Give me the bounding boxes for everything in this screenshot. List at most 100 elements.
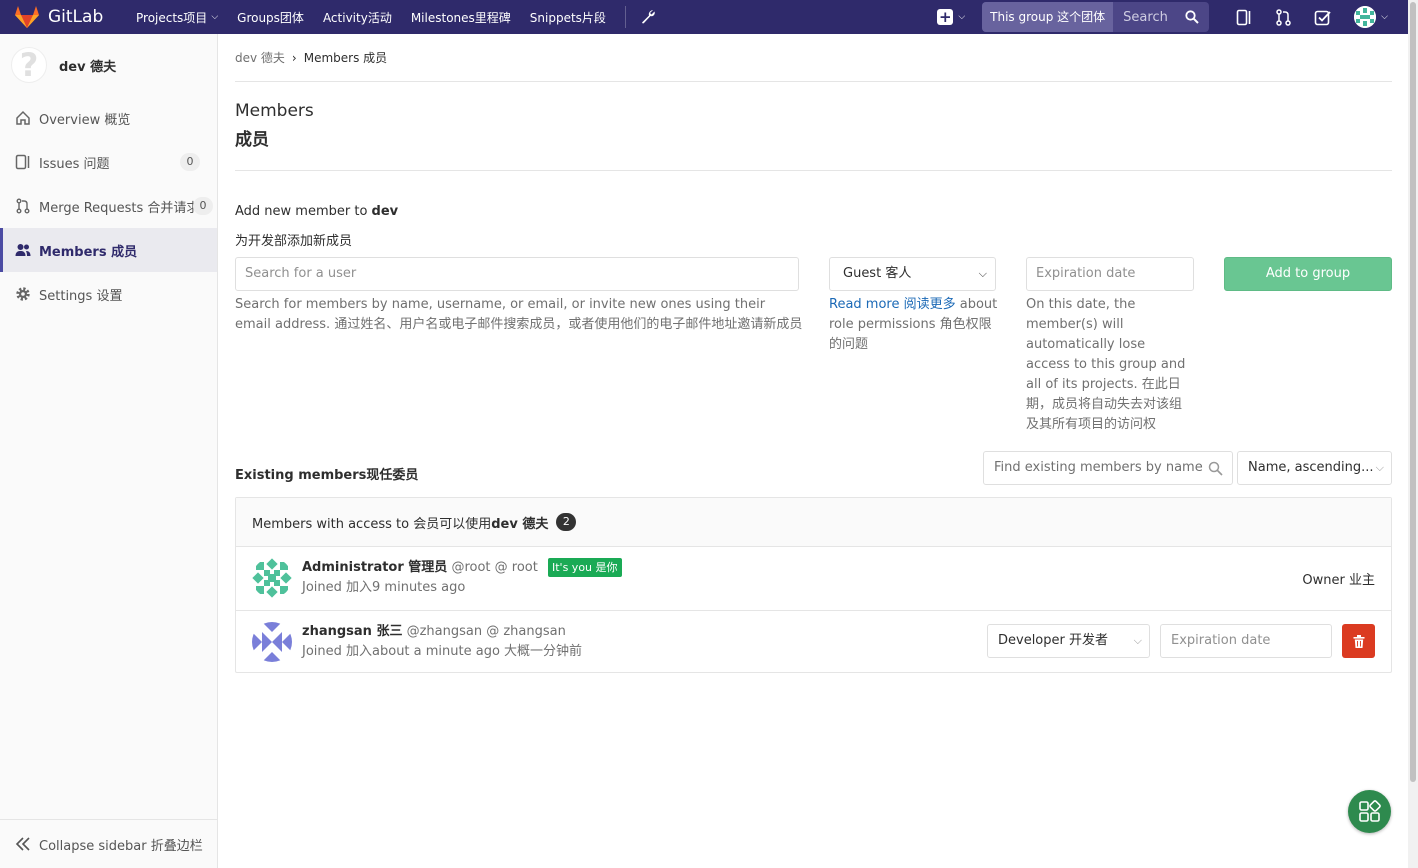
- nav-projects[interactable]: Projects项目 ⌵: [136, 9, 218, 26]
- search-input[interactable]: Search: [1113, 2, 1209, 32]
- nav-activity[interactable]: Activity活动: [323, 9, 392, 26]
- floating-apps-button[interactable]: [1348, 790, 1391, 833]
- member-row: zhangsan 张三 @zhangsan @ zhangsan Joined …: [236, 611, 1391, 672]
- user-search-input[interactable]: Search for a user: [235, 257, 799, 291]
- member-role-select[interactable]: Developer 开发者 ⌵: [987, 624, 1150, 658]
- gitlab-logo-icon: [15, 6, 39, 28]
- sort-dropdown[interactable]: Name, ascending... ⌵: [1237, 451, 1392, 485]
- double-chevron-left-icon: [15, 837, 30, 851]
- sidebar-item-issues[interactable]: Issues 问题 0: [0, 140, 217, 184]
- nav-activity-label: Activity活动: [322, 10, 392, 25]
- page-title: Members 成员: [235, 82, 1392, 171]
- page-scrollbar[interactable]: [1408, 0, 1418, 868]
- member-role-value: Developer 开发者: [998, 633, 1108, 648]
- add-member-heading: Add new member to dev: [235, 197, 1392, 227]
- sidebar-item-label: Overview 概览: [39, 112, 131, 128]
- search-placeholder: Search: [1123, 9, 1168, 25]
- issues-icon: [15, 154, 30, 170]
- sidebar-item-label: Members 成员: [39, 244, 138, 260]
- member-avatar[interactable]: [252, 622, 292, 662]
- sidebar-item-label: Settings 设置: [39, 288, 123, 304]
- scrollbar-thumb[interactable]: [1410, 2, 1416, 782]
- new-dropdown[interactable]: + ⌵: [937, 9, 965, 25]
- existing-members-bar: Existing members现任委员 Find existing membe…: [235, 451, 1392, 497]
- search-scope-label: This group 这个团体: [982, 2, 1114, 32]
- sidebar: ? dev 德夫 Overview 概览 Issues 问题 0 Merge R…: [0, 34, 218, 868]
- add-member-prefix: Add new member to: [235, 204, 372, 219]
- role-help: Read more 阅读更多 about role permissions 角色…: [829, 295, 1001, 355]
- member-avatar[interactable]: [252, 558, 292, 598]
- top-navbar: GitLab Projects项目 ⌵ Groups团体 Activity活动 M…: [0, 0, 1408, 34]
- chevron-down-icon: ⌵: [1133, 634, 1142, 647]
- issues-count-badge: 0: [180, 153, 200, 171]
- sidebar-item-members[interactable]: Members 成员: [0, 228, 217, 272]
- page-title-zh: 成员: [235, 130, 269, 150]
- user-search-help: Search for members by name, username, or…: [235, 297, 803, 332]
- nav-divider: [624, 6, 626, 28]
- chevron-down-icon: ⌵: [958, 12, 966, 22]
- sidebar-item-merge-requests[interactable]: Merge Requests 合并请求 0: [0, 184, 217, 228]
- member-handle: @root @ root: [451, 560, 538, 575]
- sidebar-item-label: Merge Requests 合并请求: [39, 200, 200, 216]
- its-you-badge: It's you 是你: [548, 558, 622, 577]
- plus-icon: +: [937, 8, 954, 26]
- member-name-link[interactable]: Administrator 管理员: [302, 560, 447, 575]
- apps-grid-icon: [1358, 799, 1381, 822]
- gitlab-home-link[interactable]: GitLab: [14, 5, 122, 29]
- nav-groups[interactable]: Groups团体: [237, 9, 304, 26]
- add-member-heading-zh: 为开发部添加新成员: [235, 234, 353, 249]
- member-name-link[interactable]: zhangsan 张三: [302, 624, 402, 639]
- breadcrumb: dev 德夫 › Members 成员: [235, 34, 1392, 82]
- main-content: dev 德夫 › Members 成员 Members 成员 Add new m…: [235, 34, 1392, 673]
- members-header-group: dev 德夫: [491, 516, 549, 532]
- home-icon: [16, 110, 30, 125]
- group-avatar: ?: [11, 46, 47, 84]
- member-role: Owner 业主: [1302, 573, 1375, 588]
- users-icon: [15, 244, 31, 256]
- sort-label: Name, ascending...: [1248, 460, 1374, 475]
- member-filter-placeholder: Find existing members by name: [994, 460, 1203, 475]
- user-avatar[interactable]: [1354, 6, 1377, 28]
- collapse-sidebar-label: Collapse sidebar 折叠边栏: [39, 838, 203, 854]
- search-icon: [1185, 10, 1199, 24]
- sidebar-item-label: Issues 问题: [39, 156, 110, 172]
- sidebar-item-settings[interactable]: Settings 设置: [0, 272, 217, 316]
- members-header-prefix: Members with access to 会员可以使用: [252, 516, 492, 532]
- member-expiration-input[interactable]: Expiration date: [1160, 624, 1332, 658]
- sidebar-item-overview[interactable]: Overview 概览: [0, 96, 217, 140]
- collapse-sidebar-button[interactable]: Collapse sidebar 折叠边栏: [0, 819, 217, 868]
- search-box[interactable]: This group 这个团体 Search: [982, 2, 1210, 32]
- admin-wrench-icon[interactable]: [640, 9, 656, 25]
- breadcrumb-current[interactable]: Members 成员: [304, 49, 387, 66]
- access-level-value: Guest 客人: [843, 266, 912, 281]
- nav-projects-label: Projects项目: [136, 10, 208, 25]
- main-nav: Projects项目 ⌵ Groups团体 Activity活动 Mileston…: [136, 6, 656, 28]
- read-more-link[interactable]: Read more 阅读更多: [829, 297, 956, 312]
- nav-snippets[interactable]: Snippets片段: [530, 9, 606, 26]
- add-to-group-button[interactable]: Add to group: [1224, 257, 1392, 291]
- member-joined: Joined 加入about a minute ago 大概一分钟前: [302, 644, 583, 659]
- member-filter-input[interactable]: Find existing members by name: [983, 451, 1233, 485]
- nav-snippets-label: Snippets片段: [529, 10, 606, 25]
- chevron-down-icon: ⌵: [1375, 461, 1384, 474]
- issues-nav-icon[interactable]: [1236, 9, 1253, 26]
- access-level-select[interactable]: Guest 客人 ⌵: [829, 257, 996, 291]
- member-name-line: zhangsan 张三 @zhangsan @ zhangsan: [302, 622, 566, 642]
- expiration-date-input[interactable]: Expiration date: [1026, 257, 1194, 291]
- expiration-help: On this date, the member(s) will automat…: [1026, 297, 1186, 432]
- merge-request-nav-icon[interactable]: [1275, 8, 1292, 26]
- todo-check-icon[interactable]: [1314, 9, 1331, 26]
- breadcrumb-parent-link[interactable]: dev 德夫: [235, 49, 285, 66]
- sidebar-group-name: dev 德夫: [59, 59, 117, 75]
- remove-member-button[interactable]: [1342, 624, 1375, 658]
- nav-right: + ⌵ This group 这个团体 Search ⌵: [937, 0, 1388, 34]
- existing-members-title: Existing members现任委员: [235, 468, 419, 483]
- merge-requests-count-badge: 0: [193, 197, 213, 215]
- chevron-down-icon: ⌵: [978, 267, 987, 280]
- gear-icon: [16, 287, 30, 301]
- nav-milestones[interactable]: Milestones里程碑: [411, 9, 511, 26]
- page-title-en: Members: [235, 101, 314, 121]
- member-joined: Joined 加入9 minutes ago: [302, 580, 466, 595]
- sidebar-group-header[interactable]: ? dev 德夫: [0, 34, 217, 96]
- chevron-down-icon[interactable]: ⌵: [1381, 12, 1388, 22]
